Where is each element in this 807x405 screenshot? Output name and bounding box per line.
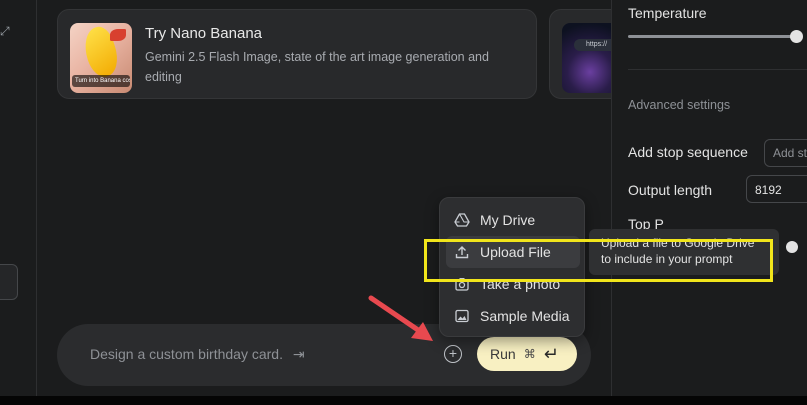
divider <box>628 69 807 70</box>
run-button[interactable]: Run ⌘ ↵ <box>477 337 577 371</box>
stop-sequence-label: Add stop sequence <box>628 144 748 160</box>
bottom-bar <box>0 396 807 405</box>
run-label: Run <box>490 346 516 362</box>
temperature-label: Temperature <box>628 5 707 21</box>
temperature-slider-thumb[interactable] <box>790 30 804 43</box>
plus-icon: + <box>448 345 458 361</box>
card-title: Try Nano Banana <box>145 25 263 42</box>
add-media-button[interactable]: + <box>444 345 462 363</box>
output-length-label: Output length <box>628 182 713 198</box>
advanced-settings-label[interactable]: Advanced settings <box>628 98 730 112</box>
prompt-placeholder: Design a custom birthday card. <box>90 346 283 362</box>
menu-item-label: Sample Media <box>480 308 570 324</box>
collapse-icon[interactable]: ⤢ <box>0 25 10 37</box>
image-icon <box>455 309 469 323</box>
menu-item-sample-media[interactable]: Sample Media <box>446 300 580 332</box>
menu-item-my-drive[interactable]: My Drive <box>446 204 580 236</box>
feature-card-nano-banana[interactable]: Turn into Banana cost Try Nano Banana Ge… <box>57 9 537 99</box>
temperature-slider[interactable] <box>628 35 800 38</box>
top-p-slider-thumb[interactable] <box>786 241 798 253</box>
nano-banana-thumbnail: Turn into Banana cost <box>70 23 132 93</box>
tab-hint-icon: ⇥ <box>292 346 305 362</box>
highlight-box <box>424 239 773 282</box>
drive-icon <box>454 213 470 227</box>
command-key-icon: ⌘ <box>523 347 536 361</box>
annotation-arrow-icon <box>368 295 433 341</box>
card-description: Gemini 2.5 Flash Image, state of the art… <box>145 50 489 84</box>
banana-leaf-illustration <box>110 29 126 41</box>
prompt-input[interactable]: Design a custom birthday card. ⇥ <box>90 346 305 363</box>
thumbnail-caption: Turn into Banana cost <box>72 75 130 87</box>
rail-tab[interactable] <box>0 264 18 300</box>
run-settings-panel: Temperature Advanced settings Add stop s… <box>611 0 807 396</box>
menu-item-label: My Drive <box>480 212 536 228</box>
enter-key-icon: ↵ <box>543 344 559 364</box>
left-rail: ⤢ <box>0 0 37 396</box>
stop-sequence-input[interactable]: Add stop... <box>764 139 807 167</box>
output-length-input[interactable]: 8192 <box>746 175 807 203</box>
